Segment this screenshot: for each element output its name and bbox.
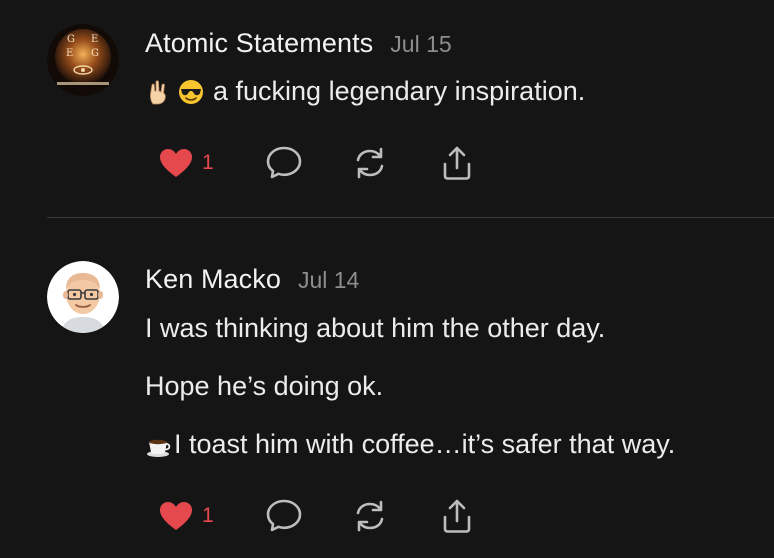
share-button[interactable] (440, 496, 474, 536)
comment-header: Ken Macko Jul 14 (145, 264, 359, 295)
svg-text:E: E (91, 34, 98, 45)
restack-icon (356, 500, 384, 532)
bald-man-glasses-avatar-icon (47, 261, 119, 333)
like-button[interactable]: 1 (158, 143, 214, 183)
like-count: 1 (202, 151, 214, 174)
comment-text: I toast him with coffee…it’s safer that … (145, 429, 675, 460)
comment-header: Atomic Statements Jul 15 (145, 28, 452, 59)
comment-text-content: I was thinking about him the other day. (145, 313, 606, 343)
book-cover-avatar-icon: G E E G (47, 24, 119, 96)
author-name[interactable]: Ken Macko (145, 264, 281, 295)
chat-bubble-icon (266, 499, 302, 532)
svg-text:E: E (66, 48, 73, 59)
heart-icon (160, 149, 192, 177)
heart-icon (160, 502, 192, 530)
avatar[interactable] (47, 261, 119, 333)
comment: G E E G Atomic Statements Jul 15 a fucki… (0, 0, 774, 218)
comment-text: Hope he’s doing ok. (145, 371, 383, 402)
rock-on-hand-icon (150, 79, 166, 104)
comment-text-content: Hope he’s doing ok. (145, 371, 384, 401)
like-count: 1 (202, 504, 214, 527)
comment-text: a fucking legendary inspiration. (145, 76, 585, 107)
comment-actions: 1 (158, 143, 498, 183)
author-name[interactable]: Atomic Statements (145, 28, 373, 59)
comment-date[interactable]: Jul 15 (390, 31, 451, 58)
comment-date[interactable]: Jul 14 (298, 267, 359, 294)
comment-actions: 1 (158, 496, 498, 536)
coffee-cup-icon (147, 439, 171, 457)
restack-button[interactable] (352, 143, 388, 183)
like-button[interactable]: 1 (158, 496, 214, 536)
comment-text: I was thinking about him the other day. (145, 313, 605, 344)
comment-text-content: I toast him with coffee…it’s safer that … (174, 429, 676, 459)
share-icon (443, 146, 471, 180)
restack-button[interactable] (352, 496, 388, 536)
svg-text:G: G (67, 34, 75, 45)
avatar[interactable]: G E E G (47, 24, 119, 96)
comment-divider (47, 217, 774, 218)
chat-bubble-icon (266, 146, 302, 179)
sunglasses-face-icon (179, 79, 203, 104)
comment-text-content: a fucking legendary inspiration. (213, 76, 586, 106)
comment: Ken Macko Jul 14 I was thinking about hi… (0, 219, 774, 558)
share-button[interactable] (440, 143, 474, 183)
reply-button[interactable] (264, 496, 304, 536)
svg-text:G: G (91, 48, 99, 59)
share-icon (443, 499, 471, 533)
reply-button[interactable] (264, 143, 304, 183)
restack-icon (356, 147, 384, 179)
